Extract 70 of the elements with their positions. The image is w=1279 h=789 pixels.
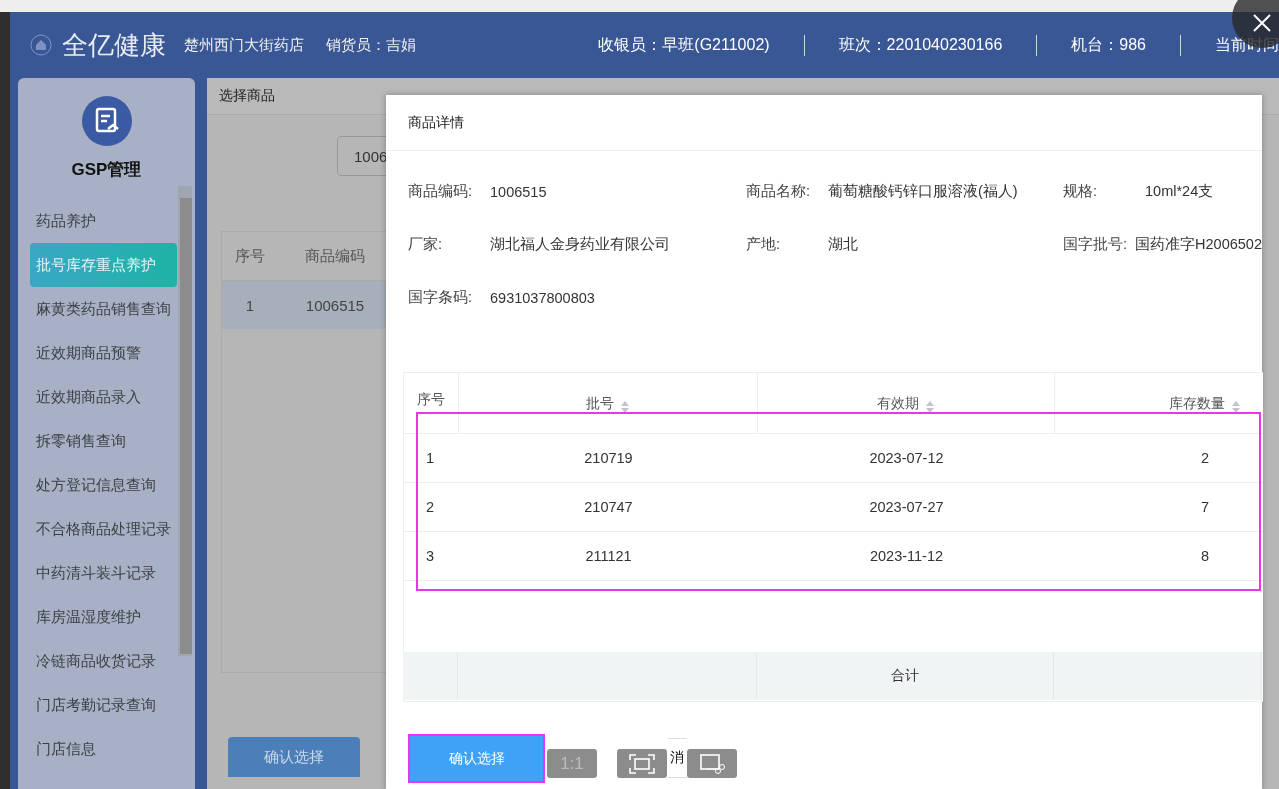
column-header[interactable]: 批号 (459, 373, 758, 433)
table-cell-text: 1 (244, 296, 256, 314)
header-info: 机台：986 (1037, 34, 1181, 56)
salesperson-label: 销货员：吉娟 (326, 35, 416, 55)
field-label: 厂家: (408, 235, 444, 254)
sidebar-item[interactable]: 门店考勤记录查询 (18, 683, 177, 727)
column-header: 序号 (234, 246, 266, 266)
sidebar-item[interactable]: 近效期商品录入 (18, 375, 177, 419)
home-icon[interactable] (30, 34, 52, 56)
sort-icon[interactable] (925, 401, 935, 413)
field-value: 10ml*24支 (1145, 182, 1214, 201)
table-cell-text: 3 (425, 548, 436, 564)
table-cell-text: 2023-07-12 (868, 450, 945, 466)
sidebar-item[interactable]: 冷链商品收货记录 (18, 639, 177, 683)
brand-name: 全亿健康 (62, 28, 166, 62)
confirm-button[interactable]: 确认选择 (410, 736, 543, 781)
scissors-icon (699, 752, 725, 775)
sort-icon[interactable] (620, 401, 630, 413)
field-label: 商品名称: (746, 182, 812, 201)
field-value: 湖北福人金身药业有限公司 (490, 235, 670, 254)
table-cell-text: 2023-11-12 (868, 548, 945, 564)
column-header: 商品编码 (304, 246, 366, 266)
confirm-button[interactable]: 确认选择 (228, 737, 360, 777)
document-icon (81, 96, 132, 146)
sidebar-item[interactable]: 拆零销售查询 (18, 419, 177, 463)
field-value: 湖北 (828, 235, 858, 254)
store-name: 楚州西门大街药店 (184, 35, 304, 55)
sidebar-item[interactable]: 药品养护 (18, 199, 177, 243)
sidebar-item[interactable]: 不合格商品处理记录 (18, 507, 177, 551)
sidebar-item[interactable]: 处方登记信息查询 (18, 463, 177, 507)
sidebar-item[interactable]: 中药清斗装斗记录 (18, 551, 177, 595)
column-header[interactable]: 序号 (404, 373, 459, 433)
table-cell-text: 1 (425, 450, 436, 466)
sidebar-item[interactable]: 库房温湿度维护 (18, 595, 177, 639)
close-icon (1253, 14, 1271, 32)
header-info: 班次：2201040230166 (804, 34, 1038, 56)
sort-icon[interactable] (1231, 401, 1241, 413)
field-label: 国字批号: (1063, 235, 1129, 254)
dialog-title: 商品详情 (386, 95, 1262, 151)
table-cell-text: 2 (1199, 450, 1210, 466)
field-label: 商品编码: (408, 182, 474, 201)
table-cell-text: 2 (425, 499, 436, 515)
total-label: 合计 (757, 652, 1054, 700)
column-header[interactable]: 库存数量 (1055, 373, 1263, 433)
field-label: 规格: (1063, 182, 1099, 201)
field-value: 国药准字H2006502 (1135, 235, 1262, 254)
header-info: 当前时间 (1214, 34, 1279, 55)
module-title: GSP管理 (71, 159, 142, 181)
cancel-button[interactable]: 消 (668, 738, 687, 778)
sidebar-item[interactable]: 门店信息 (18, 727, 177, 771)
field-value: 6931037800803 (490, 289, 595, 306)
table-cell-text: 1006515 (304, 296, 366, 314)
table-cell-text: 2023-07-27 (868, 499, 945, 515)
table-cell-text: 8 (1199, 548, 1210, 564)
sidebar-item[interactable]: 麻黄类药品销售查询 (18, 287, 177, 331)
table-cell-text: 7 (1199, 499, 1210, 515)
table-cell-text: 210719 (583, 450, 634, 466)
scrollbar[interactable] (178, 186, 192, 656)
fit-screen-icon (629, 753, 655, 774)
screenshot-button[interactable] (687, 749, 737, 778)
table-cell-text: 211121 (584, 548, 633, 564)
field-value: 葡萄糖酸钙锌口服溶液(福人) (828, 182, 1018, 201)
header-info: 收银员：早班(G211002) (598, 34, 805, 56)
field-label: 产地: (746, 235, 782, 254)
field-value: 1006515 (490, 183, 547, 200)
table-cell-text: 210747 (583, 499, 634, 515)
field-label: 国字条码: (408, 288, 474, 307)
column-header[interactable]: 有效期 (758, 373, 1055, 433)
sidebar-item[interactable]: 近效期商品预警 (18, 331, 177, 375)
fit-screen-button[interactable] (617, 749, 667, 778)
